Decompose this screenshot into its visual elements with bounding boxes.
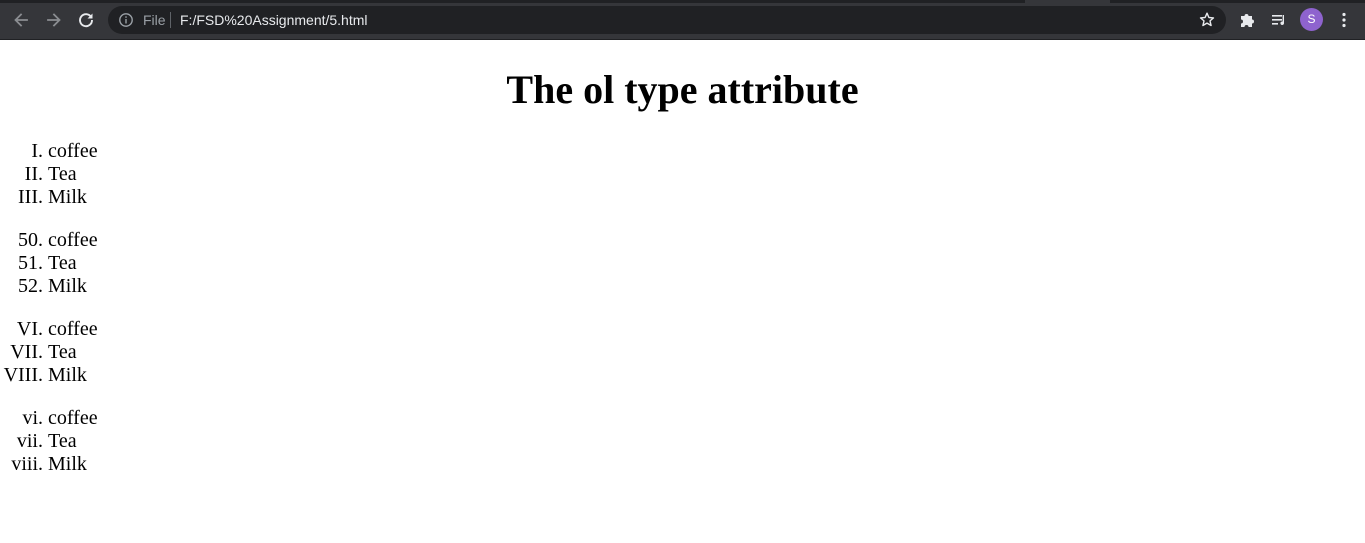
ordered-list-upper-roman: I. coffee II. Tea III. Milk (0, 140, 140, 209)
forward-arrow-icon (47, 13, 61, 27)
list-item-text: Tea (48, 341, 77, 363)
list-item: 50. coffee (0, 229, 140, 252)
ordered-list-lower-roman-start: vi. coffee vii. Tea viii. Milk (0, 407, 140, 476)
page-heading: The ol type attribute (506, 67, 859, 112)
tab-strip (0, 0, 1365, 3)
url-scheme-label: File (143, 12, 166, 28)
list-item-text: coffee (48, 318, 98, 340)
info-icon[interactable] (118, 12, 134, 28)
list-item-text: coffee (48, 229, 98, 251)
list-item-marker: I. (31, 140, 43, 162)
kebab-menu-icon (1342, 12, 1346, 28)
reload-icon (79, 13, 93, 28)
list-item-text: coffee (48, 407, 98, 429)
list-item-marker: VIII. (3, 364, 43, 386)
reload-button[interactable] (72, 6, 100, 34)
url-text[interactable]: F:/FSD%20Assignment/5.html (180, 12, 368, 28)
list-item-marker: vi. (22, 407, 43, 429)
list-item-text: Milk (48, 275, 87, 297)
list-item: vii. Tea (0, 430, 140, 453)
list-item: VIII. Milk (0, 364, 140, 387)
list-item: VI. coffee (0, 318, 140, 341)
list-item: I. coffee (0, 140, 140, 163)
forward-button[interactable] (40, 6, 68, 34)
list-item: 52. Milk (0, 275, 140, 298)
list-item-marker: II. (24, 163, 43, 185)
browser-menu-button[interactable] (1330, 6, 1358, 34)
list-item-marker: VI. (16, 318, 43, 340)
media-queue-icon (1272, 15, 1285, 26)
list-item-text: Milk (48, 364, 87, 386)
address-bar[interactable]: File F:/FSD%20Assignment/5.html (108, 6, 1226, 34)
star-icon[interactable] (1198, 11, 1216, 29)
back-button[interactable] (7, 6, 35, 34)
list-item-marker: VII. (10, 341, 43, 363)
list-item-marker: vii. (16, 430, 43, 452)
list-item: vi. coffee (0, 407, 140, 430)
profile-avatar[interactable]: S (1300, 8, 1323, 31)
media-queue-button[interactable] (1265, 6, 1293, 34)
ordered-list-upper-roman-start: VI. coffee VII. Tea VIII. Milk (0, 318, 140, 387)
list-item: 51. Tea (0, 252, 140, 275)
list-item-text: Tea (48, 163, 77, 185)
extensions-button[interactable] (1233, 6, 1261, 34)
extensions-puzzle-icon (1241, 14, 1254, 27)
back-arrow-icon (14, 13, 28, 27)
list-item: III. Milk (0, 186, 140, 209)
list-item-marker: 52. (18, 275, 43, 297)
browser-toolbar: File F:/FSD%20Assignment/5.html S (0, 0, 1365, 40)
list-item-text: Milk (48, 453, 87, 475)
page-content: The ol type attribute I. coffee II. Tea II… (0, 40, 1365, 543)
ordered-list-numeric-start: 50. coffee 51. Tea 52. Milk (0, 229, 140, 298)
omnibox-divider (170, 12, 171, 28)
list-item-marker: 51. (18, 252, 43, 274)
list-item-marker: viii. (11, 453, 43, 475)
list-item-text: Milk (48, 186, 87, 208)
list-item-marker: III. (18, 186, 43, 208)
list-item-marker: 50. (18, 229, 43, 251)
list-item: viii. Milk (0, 453, 140, 476)
list-item: VII. Tea (0, 341, 140, 364)
list-item-text: Tea (48, 252, 77, 274)
list-item-text: Tea (48, 430, 77, 452)
list-item: II. Tea (0, 163, 140, 186)
tab-strip-active-hint (1025, 0, 1110, 3)
list-item-text: coffee (48, 140, 98, 162)
